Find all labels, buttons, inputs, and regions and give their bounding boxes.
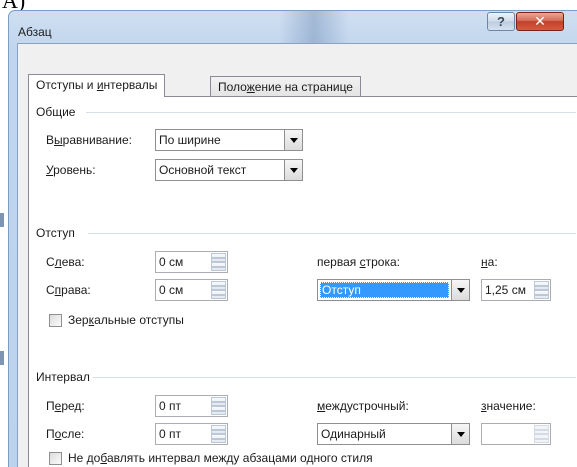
chevron-down-icon[interactable] (451, 280, 469, 300)
spin-up-icon[interactable] (211, 425, 226, 434)
level-label: Уровень: (46, 163, 96, 177)
group-divider (86, 112, 576, 113)
tab-indents-spacing[interactable]: Отступы и интервалы (28, 74, 166, 97)
indent-left-label: Слева: (46, 255, 85, 269)
mirror-indents-checkbox[interactable] (49, 314, 62, 327)
indent-by-spinner[interactable]: 1,25 см (481, 279, 551, 301)
spin-up-icon[interactable] (211, 253, 226, 262)
group-spacing-title: Интервал (36, 370, 90, 384)
dialog-title: Абзац (18, 25, 52, 39)
indent-left-spinner[interactable]: 0 см (155, 251, 228, 273)
alignment-label: Выравнивание: (46, 133, 132, 147)
group-divider (88, 233, 576, 234)
group-indent-title: Отступ (36, 226, 75, 240)
dialog-client: Отступы и интервалы Положение на страниц… (17, 43, 577, 467)
first-line-label: первая строка: (317, 255, 400, 269)
spin-up-icon[interactable] (534, 281, 549, 290)
spin-down-icon[interactable] (211, 406, 226, 415)
group-divider (93, 377, 576, 378)
spin-up-icon[interactable] (211, 397, 226, 406)
alignment-select[interactable]: По ширине (155, 129, 303, 151)
spin-down-icon[interactable] (211, 434, 226, 443)
spacing-after-label: После: (46, 427, 85, 441)
tab-line-page-breaks[interactable]: Положение на странице (210, 76, 361, 97)
spin-up-icon[interactable] (534, 425, 549, 434)
close-icon: ✕ (534, 13, 546, 29)
line-spacing-select[interactable]: Одинарный (317, 423, 470, 445)
spacing-at-spinner[interactable] (481, 423, 551, 445)
spacing-at-label: значение: (481, 399, 536, 413)
line-spacing-label: междустрочный: (317, 399, 409, 413)
spin-down-icon[interactable] (211, 290, 226, 299)
spin-down-icon[interactable] (211, 262, 226, 271)
indent-right-label: Справа: (46, 283, 91, 297)
spin-down-icon[interactable] (534, 434, 549, 443)
close-button[interactable]: ✕ (516, 12, 564, 31)
tab-panel: Общие Выравнивание: По ширине Уровень: О… (28, 96, 577, 467)
paragraph-dialog: Абзац ? ✕ Отступы и интервалы Положение … (8, 10, 577, 467)
window-edge-mark (0, 213, 4, 227)
no-space-same-style-checkbox[interactable] (49, 452, 62, 465)
indent-right-spinner[interactable]: 0 см (155, 279, 228, 301)
spacing-after-spinner[interactable]: 0 пт (155, 423, 228, 445)
level-select[interactable]: Основной текст (155, 159, 303, 181)
mirror-indents-label[interactable]: Зеркальные отступы (68, 313, 184, 327)
spacing-before-label: Перед: (46, 399, 85, 413)
help-icon: ? (497, 14, 505, 29)
help-button[interactable]: ? (487, 12, 515, 31)
group-general-title: Общие (36, 105, 76, 119)
chevron-down-icon[interactable] (284, 160, 302, 180)
first-line-select[interactable]: Отступ (317, 279, 470, 301)
no-space-same-style-label[interactable]: Не добавлять интервал между абзацами одн… (68, 451, 373, 465)
chevron-down-icon[interactable] (451, 424, 469, 444)
spin-down-icon[interactable] (534, 290, 549, 299)
clipped-question-label: A) (0, 0, 60, 10)
spacing-before-spinner[interactable]: 0 пт (155, 395, 228, 417)
indent-by-label: на: (481, 255, 498, 269)
spin-up-icon[interactable] (211, 281, 226, 290)
window-edge-mark (0, 351, 4, 365)
chevron-down-icon[interactable] (284, 130, 302, 150)
